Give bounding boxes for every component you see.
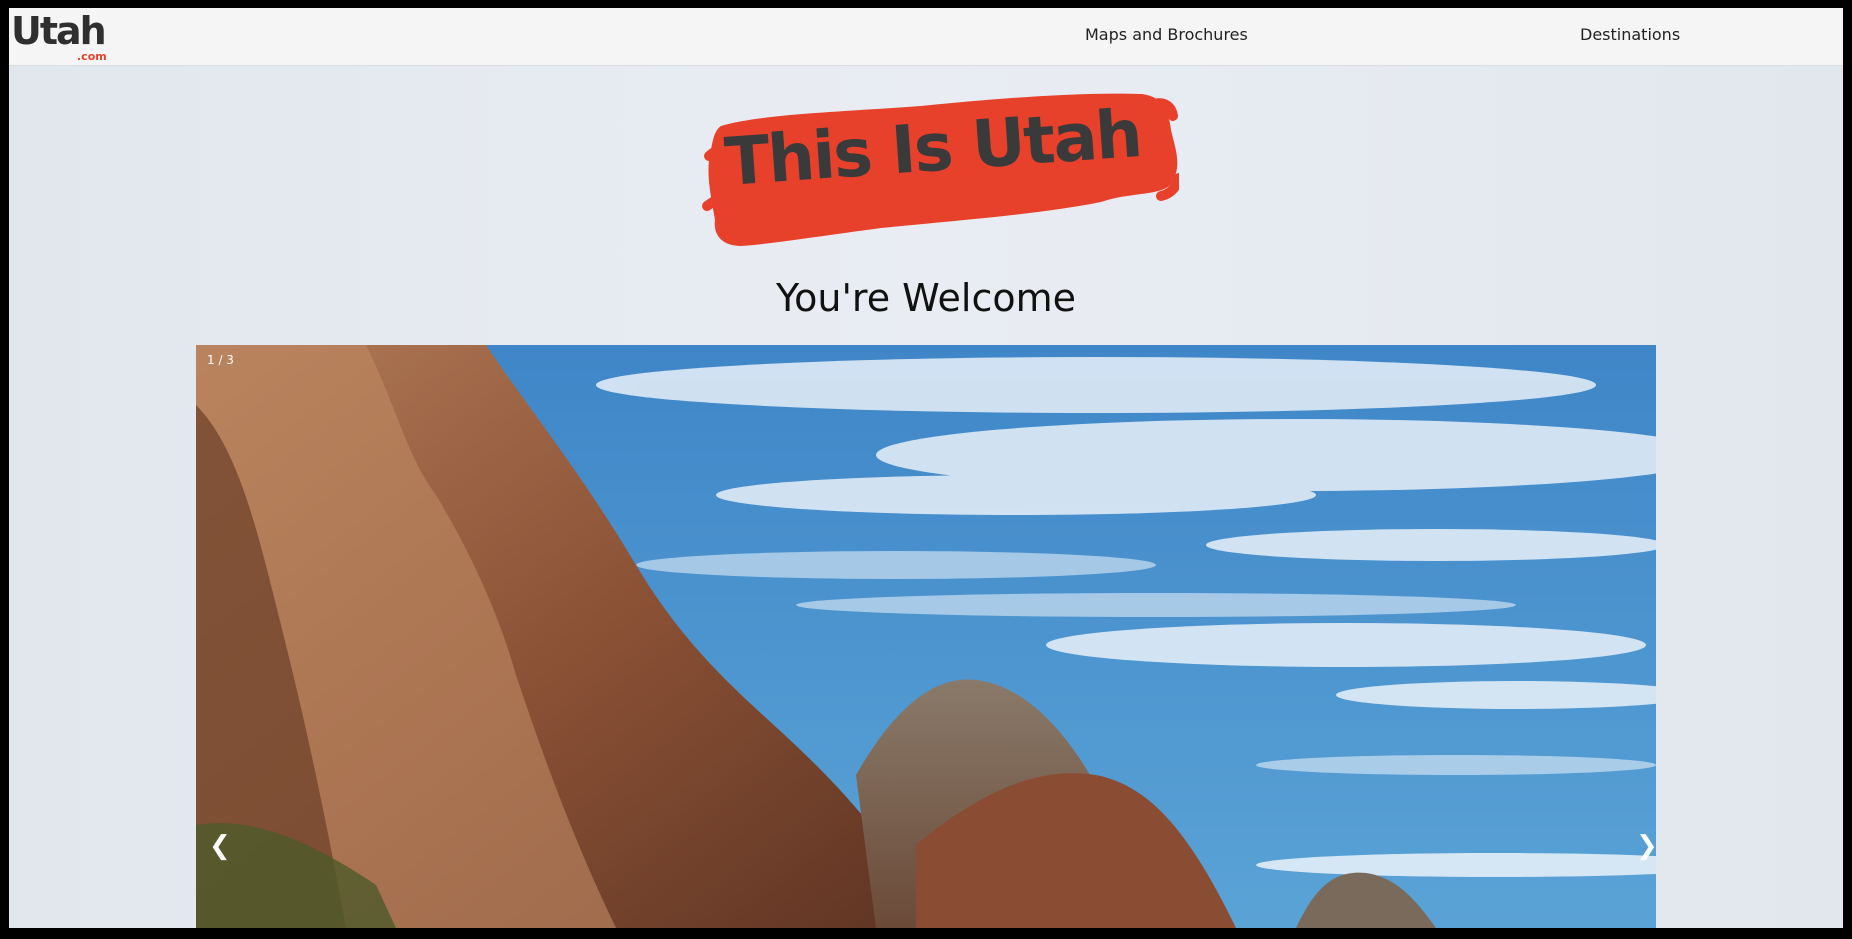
nav-destinations[interactable]: Destinations [1580, 25, 1680, 44]
slide-counter: 1 / 3 [207, 353, 234, 367]
hero-subtitle: You're Welcome [775, 276, 1076, 320]
logo-wordmark: Utah [11, 9, 107, 53]
image-slideshow: 1 / 3 ❮ ❯ [196, 345, 1656, 928]
previous-slide-icon[interactable]: ❮ [209, 833, 231, 859]
nav-maps-and-brochures[interactable]: Maps and Brochures [1085, 25, 1248, 44]
logo-domain: .com [77, 50, 107, 63]
utah-logo[interactable]: Utah .com [11, 9, 111, 63]
browser-viewport: Utah .com Maps and Brochures Destination… [9, 8, 1843, 928]
hero-title-badge: This Is Utah [701, 86, 1179, 256]
next-slide-icon[interactable]: ❯ [1636, 833, 1656, 859]
slide-image-mountain-landscape [196, 345, 1656, 928]
top-navbar: Utah .com Maps and Brochures Destination… [9, 8, 1843, 66]
